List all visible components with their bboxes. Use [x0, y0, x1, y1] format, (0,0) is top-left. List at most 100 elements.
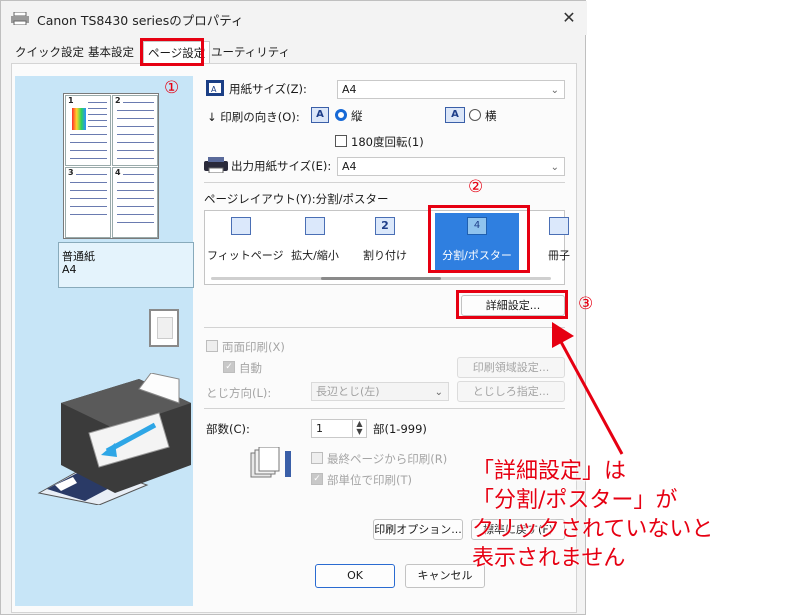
binding-select[interactable]: 長辺とじ(左) ⌄ [311, 382, 449, 401]
auto-label: 自動 [239, 361, 262, 375]
layout-n-up[interactable]: 2 割り付け [355, 217, 415, 263]
paper-size-select[interactable]: A4 ⌄ [337, 80, 565, 99]
rotate-180-checkbox[interactable] [335, 135, 347, 147]
highlight-page-setup-tab [140, 38, 204, 66]
page-number: 4 [115, 168, 121, 177]
note-line: 「詳細設定」は [472, 459, 627, 484]
reverse-order-checkbox[interactable] [311, 452, 323, 464]
highlight-detail-button [456, 290, 568, 319]
layout-preview: 1 2 3 4 [63, 93, 159, 239]
chevron-down-icon: ⌄ [550, 162, 559, 173]
text-line [123, 102, 154, 103]
copies-range: 部(1-999) [373, 422, 427, 436]
marker-2: ② [468, 177, 484, 197]
landscape-radio[interactable] [469, 109, 481, 121]
text-line [117, 126, 154, 127]
booklet-icon [549, 217, 569, 235]
chevron-down-icon: ⌄ [434, 387, 443, 398]
output-printer-icon [204, 157, 228, 173]
layout-scaled[interactable]: 拡大/縮小 [285, 217, 345, 263]
text-line [117, 182, 154, 183]
divider [204, 327, 565, 328]
marker-1: ① [164, 78, 180, 98]
layout-label: 冊子 [548, 249, 570, 262]
text-line [123, 174, 154, 175]
text-line [76, 174, 107, 175]
output-size-select[interactable]: A4 ⌄ [337, 157, 565, 176]
auto-checkbox[interactable]: ✓ [223, 361, 235, 373]
collate-pages-icon [250, 447, 291, 478]
layout-label: フィットページ [207, 249, 284, 262]
collate-label: 部単位で印刷(T) [327, 473, 412, 487]
title-bar: Canon TS8430 seriesのプロパティ ✕ [1, 1, 587, 35]
landscape-icon: A [445, 107, 465, 123]
page-number: 1 [68, 96, 74, 105]
layout-label: 割り付け [363, 249, 407, 262]
close-icon[interactable]: ✕ [557, 8, 581, 28]
color-image-icon [72, 108, 86, 130]
text-line [70, 150, 107, 151]
text-line [117, 198, 154, 199]
rotate-180-label: 180度回転(1) [351, 135, 424, 149]
output-size-label: 出力用紙サイズ(E): [231, 159, 332, 173]
print-options-button[interactable]: 印刷オプション... [373, 519, 463, 540]
divider [204, 182, 565, 183]
layout-booklet[interactable]: 冊子 [539, 217, 579, 263]
window-title: Canon TS8430 seriesのプロパティ [37, 13, 244, 28]
spin-arrows-icon[interactable]: ▲ ▼ [352, 420, 366, 437]
text-line [117, 214, 154, 215]
text-line [117, 206, 154, 207]
text-line [88, 114, 107, 115]
tab-basic-settings[interactable]: 基本設定 [84, 41, 138, 63]
text-line [70, 142, 107, 143]
portrait-radio[interactable] [335, 109, 347, 121]
svg-text:A: A [211, 85, 217, 94]
copies-label: 部数(C): [206, 422, 250, 436]
text-line [70, 158, 107, 159]
paper-size-label: 用紙サイズ(Z): [229, 82, 307, 96]
reverse-order-label: 最終ページから印刷(R) [327, 452, 448, 466]
paper-type-label: 普通紙 [62, 250, 95, 263]
preview-page: 1 [65, 95, 111, 166]
layout-label: 拡大/縮小 [291, 249, 339, 262]
copies-stepper[interactable]: 1 ▲ ▼ [311, 419, 367, 438]
layout-fit-page[interactable]: フィットページ [207, 217, 284, 263]
paper-sheet-icon [149, 309, 179, 347]
layout-scroll-thumb[interactable] [321, 277, 441, 280]
chevron-down-icon: ⌄ [550, 85, 559, 96]
page-layout-label: ページレイアウト(Y):分割/ポスター [204, 192, 389, 206]
text-line [117, 110, 154, 111]
annotation-note: 「詳細設定」は 「分割/ポスター」が クリックされていないと 表示されません [472, 457, 812, 573]
fit-page-icon [231, 217, 251, 235]
text-line [88, 120, 107, 121]
marker-3: ③ [578, 294, 594, 314]
text-line [117, 158, 154, 159]
text-line [117, 222, 154, 223]
orientation-label: ↓ 印刷の向き(O): [207, 110, 300, 124]
text-line [70, 182, 107, 183]
text-line [70, 190, 107, 191]
tab-utility[interactable]: ユーティリティ [207, 41, 294, 63]
landscape-label: 横 [485, 109, 497, 123]
preview-page: 4 [112, 167, 158, 238]
tab-quick-settings[interactable]: クイック設定 [11, 41, 88, 63]
portrait-label: 縦 [351, 109, 363, 123]
text-line [70, 206, 107, 207]
text-line [117, 150, 154, 151]
n-up-icon: 2 [375, 217, 395, 235]
collate-checkbox[interactable]: ✓ [311, 473, 323, 485]
text-line [117, 134, 154, 135]
printer-illustration-icon [37, 373, 191, 505]
preview-page: 2 [112, 95, 158, 166]
paper-type-panel: 普通紙 A4 [58, 242, 194, 288]
duplex-checkbox[interactable] [206, 340, 218, 352]
paper-size-value: A4 [342, 83, 357, 96]
preview-page: 3 [65, 167, 111, 238]
text-line [117, 142, 154, 143]
orientation-text: 印刷の向き(O): [220, 110, 300, 124]
text-line [88, 108, 107, 109]
binding-value: 長辺とじ(左) [316, 385, 380, 398]
ok-button[interactable]: OK [315, 564, 395, 588]
scale-icon [305, 217, 325, 235]
note-line: 「分割/ポスター」が [472, 488, 678, 513]
